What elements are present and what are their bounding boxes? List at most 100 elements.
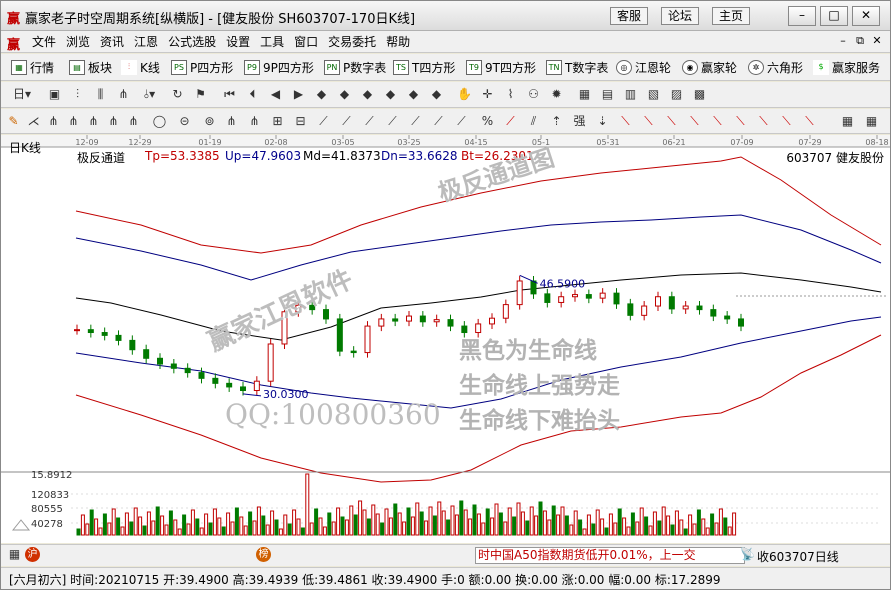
menu-file[interactable]: 文件 (27, 31, 61, 51)
hand-icon[interactable]: ✋ (456, 87, 473, 103)
menu-gann[interactable]: 江恩 (129, 31, 163, 51)
gann-wheel-button[interactable]: ◎ 江恩轮 (616, 58, 671, 77)
fib-fan-icon[interactable]: ⟋ (502, 114, 519, 130)
fan-icon[interactable]: ✹ (548, 87, 565, 103)
first-icon[interactable]: ⏮ (221, 87, 238, 103)
line-tool-icon[interactable]: ⟍ (778, 114, 795, 130)
zoom-in-icon[interactable]: ◆ (313, 87, 330, 103)
maximize-icon[interactable]: □ (820, 6, 848, 26)
9p-square-button[interactable]: P9 9P四方形 (244, 58, 314, 77)
kline-button[interactable]: ⫶ K线 (121, 58, 160, 77)
crosshair-icon[interactable]: ✛ (479, 87, 496, 103)
p-number-table-button[interactable]: PN P数字表 (324, 58, 386, 77)
app-menu-icon[interactable]: 赢 (7, 34, 20, 53)
fork-icon[interactable]: ⋔ (85, 114, 102, 130)
news-ticker[interactable]: 时中国A50指数期货低开0.01%，上一交 (475, 547, 745, 564)
move-left-icon[interactable]: ◆ (405, 87, 422, 103)
line-tool-icon[interactable]: ⟍ (732, 114, 749, 130)
line-tool-icon[interactable]: ⟍ (640, 114, 657, 130)
grid-line-icon[interactable]: ⊟ (292, 114, 309, 130)
menu-trade[interactable]: 交易委托 (323, 31, 381, 51)
menu-window[interactable]: 窗口 (289, 31, 323, 51)
trend-line-icon[interactable]: ⟋ (407, 114, 424, 130)
close-icon[interactable]: ✕ (852, 6, 880, 26)
menu-formula[interactable]: 公式选股 (163, 31, 221, 51)
table-icon[interactable]: ▤ (599, 87, 616, 103)
move-right-icon[interactable]: ◆ (428, 87, 445, 103)
menu-browse[interactable]: 浏览 (61, 31, 95, 51)
arrow-down-icon[interactable]: ⇣ (594, 114, 611, 130)
menu-settings[interactable]: 设置 (221, 31, 255, 51)
menu-info[interactable]: 资讯 (95, 31, 129, 51)
export-icon[interactable]: ▧ (645, 87, 662, 103)
service-button[interactable]: $ 赢家服务 (813, 58, 880, 77)
broadcast-icon[interactable]: 📡 (739, 547, 756, 563)
gann-fan-icon[interactable]: ⟋ (315, 114, 332, 130)
flag-icon[interactable]: ⚑ (192, 87, 209, 103)
import-icon[interactable]: ▨ (668, 87, 685, 103)
trend-line-icon[interactable]: ⟋ (338, 114, 355, 130)
customer-service-button[interactable]: 客服 (610, 7, 649, 25)
prev-icon[interactable]: ⏴ (244, 87, 261, 103)
fork-icon[interactable]: ⋔ (246, 114, 263, 130)
trend-line-icon[interactable]: ⟋ (384, 114, 401, 130)
kline-chart[interactable]: 12-09 12-29 01-19 02-08 03-05 03-25 04-15 05-1 0… (1, 135, 890, 543)
gann-box-icon[interactable]: ⊞ (269, 114, 286, 130)
line-tool-icon[interactable]: ⟍ (617, 114, 634, 130)
line-tool-icon[interactable]: ⟍ (709, 114, 726, 130)
9t-square-button[interactable]: T9 9T四方形 (466, 58, 536, 77)
menu-tools[interactable]: 工具 (255, 31, 289, 51)
calendar-icon[interactable]: ▦ (576, 87, 593, 103)
forum-button[interactable]: 论坛 (661, 7, 700, 25)
sector-button[interactable]: ▤ 板块 (69, 58, 112, 77)
polyline-icon[interactable]: ⌇ (502, 87, 519, 103)
line-tool-icon[interactable]: ⟍ (686, 114, 703, 130)
parallel-icon[interactable]: ⫽ (525, 114, 542, 130)
chart-type-icon[interactable]: ▣ (46, 87, 63, 103)
hexagon-button[interactable]: ✲ 六角形 (748, 58, 803, 77)
homepage-button[interactable]: 主页 (712, 7, 751, 25)
cycle-icon[interactable]: ⊝ (176, 114, 193, 130)
percent-icon[interactable]: % (479, 114, 496, 130)
winner-wheel-button[interactable]: ◉ 赢家轮 (682, 58, 737, 77)
fork-icon[interactable]: ⋔ (125, 114, 142, 130)
forward-icon[interactable]: ▶ (290, 87, 307, 103)
grid-menu-icon[interactable]: ▦ (6, 547, 23, 563)
line-tool-icon[interactable]: ⟍ (801, 114, 818, 130)
p-square-button[interactable]: PS P四方形 (171, 58, 233, 77)
circle-icon[interactable]: ◯ (151, 114, 168, 130)
text-icon[interactable]: 强 (571, 114, 588, 130)
move-down-icon[interactable]: ◆ (382, 87, 399, 103)
settings-panel-icon[interactable]: ▩ (691, 87, 708, 103)
shanghai-market-icon[interactable]: 沪 (25, 547, 40, 562)
cursor-icon[interactable]: ⫰▾ (141, 87, 158, 103)
t-square-button[interactable]: TS T四方形 (393, 58, 455, 77)
fork-icon[interactable]: ⋔ (223, 114, 240, 130)
minimize-icon[interactable]: – (788, 6, 816, 26)
line-tool-icon[interactable]: ⟍ (663, 114, 680, 130)
trend-line-icon[interactable]: ⟋ (453, 114, 470, 130)
layout-icon[interactable]: ▦ (839, 114, 856, 130)
fork-icon[interactable]: ⋔ (45, 114, 62, 130)
back-icon[interactable]: ◀ (267, 87, 284, 103)
bar-chart-icon[interactable]: ⫼ (92, 87, 109, 103)
arrow-up-icon[interactable]: ⇡ (548, 114, 565, 130)
trend-line-icon[interactable]: ⟋ (361, 114, 378, 130)
layout-icon[interactable]: ▦ (863, 114, 880, 130)
fork-icon[interactable]: ⋔ (105, 114, 122, 130)
mdi-close-icon[interactable]: ✕ (869, 34, 885, 49)
fork-icon[interactable]: ⋔ (65, 114, 82, 130)
grid-icon[interactable]: ▥ (622, 87, 639, 103)
sort-market-icon[interactable]: 榜 (256, 547, 271, 562)
spiral-icon[interactable]: ⊚ (201, 114, 218, 130)
period-select-icon[interactable]: 日▾ (7, 87, 37, 103)
quotes-button[interactable]: ▦ 行情 (11, 58, 54, 77)
zoom-out-icon[interactable]: ◆ (336, 87, 353, 103)
candle-icon[interactable]: ⫶ (69, 87, 86, 103)
refresh-icon[interactable]: ↻ (169, 87, 186, 103)
line-tool-icon[interactable]: ⟍ (755, 114, 772, 130)
fan-line-icon[interactable]: ⋌ (25, 114, 42, 130)
chart-canvas[interactable]: 12-09 12-29 01-19 02-08 03-05 03-25 04-15 05-1 0… (1, 135, 890, 543)
trend-line-icon[interactable]: ⟋ (430, 114, 447, 130)
pen-icon[interactable]: ✎ (5, 114, 22, 130)
